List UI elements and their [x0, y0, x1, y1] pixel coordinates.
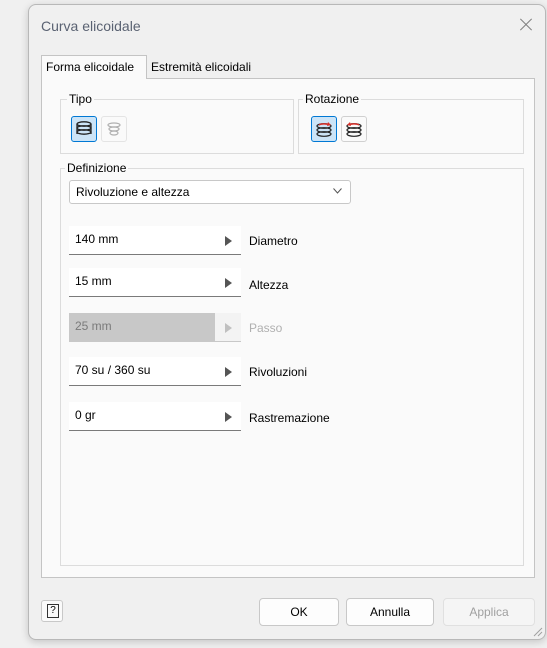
help-button[interactable]: ?	[41, 600, 63, 622]
rotation-counterclockwise-button[interactable]	[341, 116, 367, 142]
spiral-icon	[107, 122, 121, 136]
play-arrow-icon	[225, 412, 232, 422]
tab-estremita-elicoidali[interactable]: Estremità elicoidali	[147, 59, 265, 78]
cancel-button[interactable]: Annulla	[346, 598, 434, 626]
help-icon: ?	[47, 604, 59, 618]
rotazione-label: Rotazione	[303, 92, 362, 106]
play-arrow-icon	[225, 367, 232, 377]
rotation-clockwise-button[interactable]	[311, 116, 337, 142]
definition-method-value: Rivoluzione e altezza	[76, 185, 190, 199]
ok-button[interactable]: OK	[259, 598, 339, 626]
definizione-label: Definizione	[65, 161, 129, 175]
resize-grip-icon[interactable]	[531, 625, 543, 637]
revolutions-menu-button[interactable]	[215, 357, 241, 386]
revolutions-value: 70 su / 360 su	[75, 363, 151, 377]
definition-method-dropdown[interactable]: Rivoluzione e altezza	[69, 180, 351, 204]
revolutions-label: Rivoluzioni	[249, 365, 308, 379]
height-label: Altezza	[249, 278, 289, 292]
diameter-menu-button[interactable]	[215, 226, 241, 255]
rotazione-group: Rotazione	[298, 92, 524, 154]
apply-button: Applica	[443, 598, 535, 626]
pitch-menu-button	[215, 313, 241, 342]
height-value: 15 mm	[75, 274, 112, 288]
window-title: Curva elicoidale	[41, 18, 141, 34]
taper-menu-button[interactable]	[215, 402, 241, 431]
tipo-spiral-button[interactable]	[101, 116, 127, 142]
counterclockwise-rotation-icon	[346, 122, 362, 137]
tipo-label: Tipo	[67, 92, 94, 106]
taper-value: 0 gr	[75, 408, 96, 422]
pitch-value: 25 mm	[75, 319, 112, 333]
play-arrow-icon	[225, 278, 232, 288]
chevron-down-icon	[333, 188, 342, 194]
diameter-label: Diametro	[249, 234, 298, 248]
pitch-label: Passo	[249, 321, 283, 335]
height-menu-button[interactable]	[215, 268, 241, 297]
clockwise-rotation-icon	[316, 122, 332, 137]
taper-label: Rastremazione	[249, 411, 330, 425]
title-bar[interactable]: Curva elicoidale	[29, 5, 545, 45]
helix-curve-dialog: Curva elicoidale Forma elicoidale Estrem…	[28, 4, 546, 640]
diameter-value: 140 mm	[75, 232, 119, 246]
close-button[interactable]	[515, 15, 537, 35]
play-arrow-icon	[225, 236, 232, 246]
tipo-group: Tipo	[60, 92, 294, 154]
play-arrow-icon	[225, 323, 232, 333]
helix-coil-icon	[76, 121, 92, 135]
tab-forma-elicoidale[interactable]: Forma elicoidale	[41, 55, 147, 79]
tipo-helix-button[interactable]	[71, 116, 97, 142]
